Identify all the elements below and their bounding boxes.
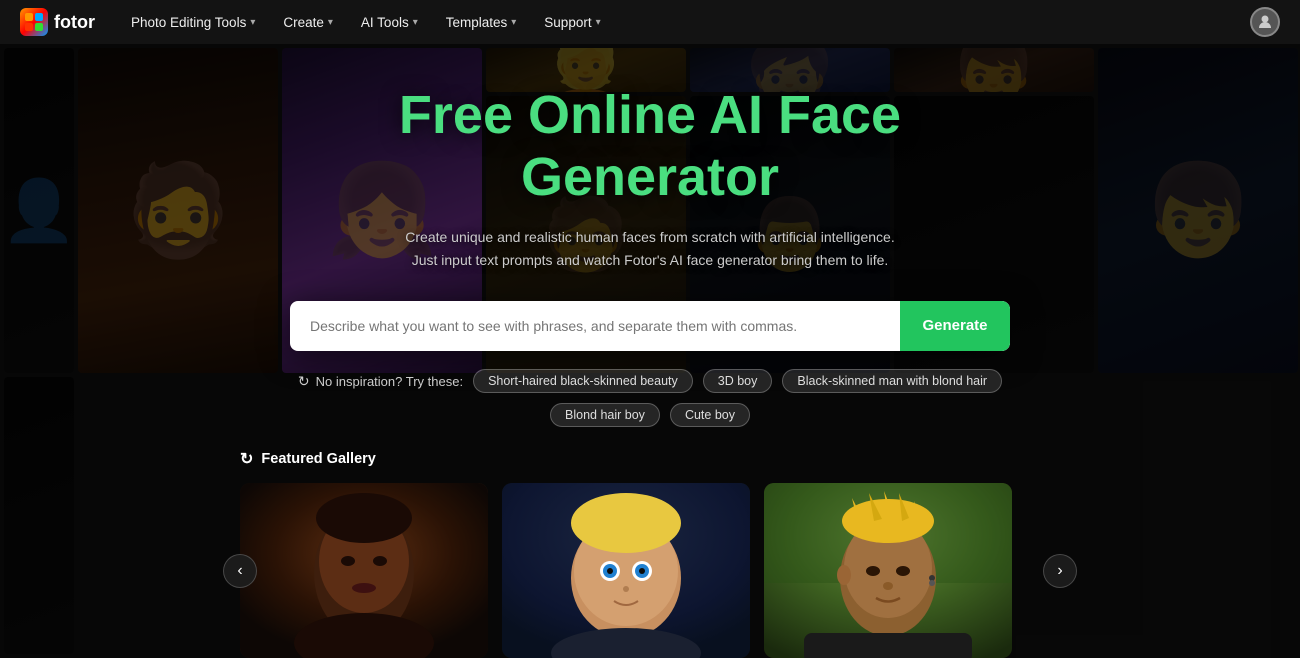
navbar: fotor Photo Editing Tools ▾ Create ▾ AI … — [0, 0, 1300, 44]
gallery-card-2[interactable] — [764, 483, 1012, 658]
nav-photo-editing[interactable]: Photo Editing Tools ▾ — [121, 9, 265, 36]
search-bar: Generate — [290, 301, 1010, 351]
hero-section: Free Online AI Face Generator Create uni… — [0, 44, 1300, 658]
suggestion-tag-3[interactable]: Blond hair boy — [550, 403, 660, 427]
logo[interactable]: fotor — [20, 8, 95, 36]
gallery-image-1 — [502, 483, 750, 658]
gallery-section: ↻ Featured Gallery ‹ — [240, 449, 1060, 658]
chevron-down-icon: ▾ — [511, 17, 516, 28]
chevron-down-icon: ▾ — [250, 17, 255, 28]
suggestion-tag-0[interactable]: Short-haired black-skinned beauty — [473, 369, 693, 393]
gallery-card-1[interactable] — [502, 483, 750, 658]
chevron-down-icon: ▾ — [596, 17, 601, 28]
refresh-icon: ↻ — [298, 373, 310, 390]
gallery-card-0[interactable] — [240, 483, 488, 658]
suggestions-row: ↻ No inspiration? Try these: Short-haire… — [290, 369, 1010, 427]
no-inspiration-label: ↻ No inspiration? Try these: — [298, 373, 463, 390]
gallery-prev-button[interactable]: ‹ — [223, 554, 257, 588]
gallery-refresh-icon: ↻ — [240, 449, 253, 469]
suggestion-tag-4[interactable]: Cute boy — [670, 403, 750, 427]
user-avatar[interactable] — [1250, 7, 1280, 37]
gallery-next-button[interactable]: › — [1043, 554, 1077, 588]
prompt-input[interactable] — [290, 301, 900, 351]
suggestion-tag-1[interactable]: 3D boy — [703, 369, 773, 393]
hero-title: Free Online AI Face Generator — [399, 84, 901, 208]
gallery-image-2 — [764, 483, 1012, 658]
suggestion-tag-2[interactable]: Black-skinned man with blond hair — [782, 369, 1002, 393]
nav-templates[interactable]: Templates ▾ — [436, 9, 527, 36]
chevron-down-icon: ▾ — [328, 17, 333, 28]
chevron-down-icon: ▾ — [413, 17, 418, 28]
gallery-row: ‹ — [240, 483, 1060, 658]
gallery-image-0 — [240, 483, 488, 658]
logo-icon — [20, 8, 48, 36]
logo-text: fotor — [54, 12, 95, 33]
gallery-header: ↻ Featured Gallery — [240, 449, 1060, 469]
generate-button[interactable]: Generate — [900, 301, 1010, 351]
hero-subtitle: Create unique and realistic human faces … — [400, 226, 900, 271]
gallery-title: Featured Gallery — [261, 451, 375, 467]
nav-create[interactable]: Create ▾ — [273, 9, 343, 36]
nav-support[interactable]: Support ▾ — [534, 9, 610, 36]
nav-ai-tools[interactable]: AI Tools ▾ — [351, 9, 428, 36]
